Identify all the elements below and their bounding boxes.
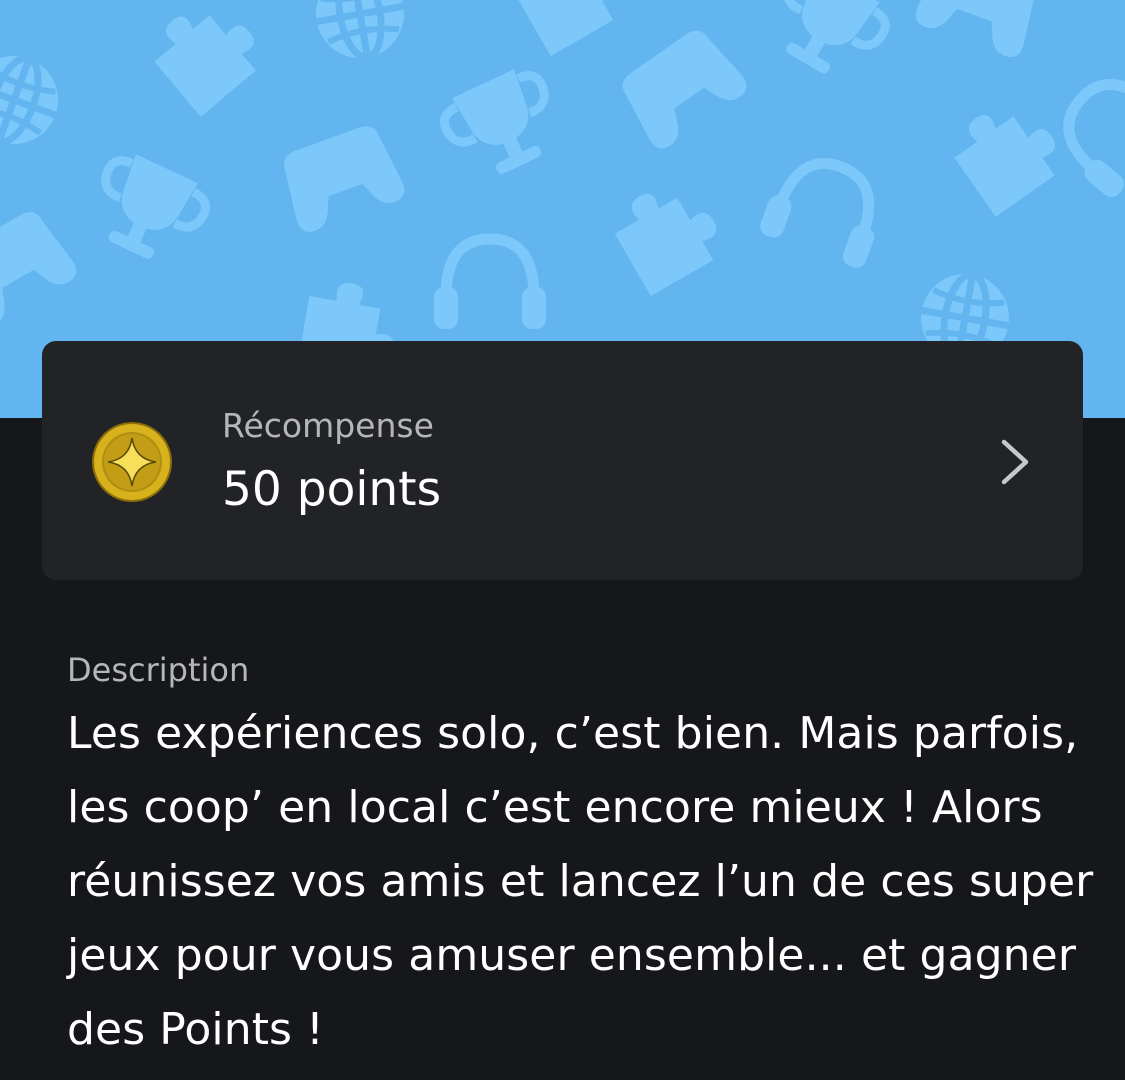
chevron-right-icon[interactable]	[996, 436, 1036, 488]
reward-label: Récompense	[222, 406, 434, 445]
reward-points-value: 50 points	[222, 462, 442, 517]
gold-star-coin-icon	[90, 420, 174, 504]
reward-card[interactable]	[42, 341, 1083, 580]
description-text: Les expériences solo, c’est bien. Mais p…	[67, 708, 1094, 1055]
description-label: Description	[67, 651, 250, 689]
campaign-detail-page: Récompense 50 points Description Les exp…	[0, 0, 1125, 1080]
